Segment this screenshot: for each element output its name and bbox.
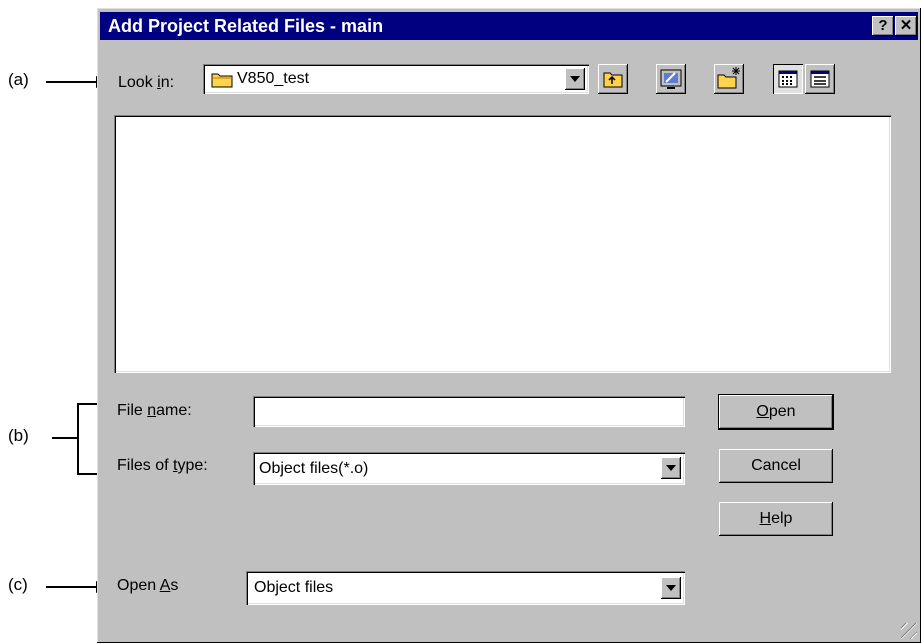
look-in-label-post: n: [160, 74, 175, 91]
desktop-icon [660, 69, 682, 89]
files-of-type-dropdown-button[interactable] [661, 457, 681, 479]
up-folder-icon [603, 72, 623, 88]
open-button[interactable]: Open [718, 394, 834, 430]
arrow-a-line [46, 81, 96, 83]
annotation-b: (b) [8, 426, 29, 445]
file-name-input[interactable] [253, 396, 685, 427]
cancel-button[interactable]: Cancel [719, 449, 833, 483]
open-as-label-mnemonic: A [159, 577, 171, 594]
files-of-type-dropdown[interactable]: Object files(*.o) [253, 452, 685, 485]
file-name-label-post: ame: [156, 402, 192, 419]
up-folder-button[interactable] [598, 64, 628, 94]
open-button-label: pen [768, 403, 796, 420]
open-as-label-pre: Open [117, 577, 160, 594]
details-view-icon [810, 70, 830, 88]
bracket-b-stem [52, 437, 78, 439]
open-as-dropdown-button[interactable] [661, 577, 681, 599]
files-of-type-label-post: ype: [177, 457, 208, 474]
files-of-type-label-pre: Files of [117, 457, 174, 474]
list-view-button[interactable] [773, 64, 803, 94]
dialog-title: Add Project Related Files - main [108, 16, 384, 36]
open-button-mnemonic: O [756, 403, 769, 420]
file-name-label-pre: File [117, 402, 148, 419]
folder-icon [211, 73, 233, 88]
desktop-button[interactable] [656, 64, 686, 94]
help-button-mnemonic: H [759, 510, 772, 527]
new-folder-button[interactable] [714, 64, 744, 94]
file-name-label-mnemonic: n [147, 402, 157, 419]
look-in-label-pre: Look [118, 74, 158, 91]
open-as-value: Object files [254, 579, 334, 596]
look-in-value: V850_test [237, 70, 310, 87]
open-as-dropdown[interactable]: Object files [246, 571, 685, 605]
open-as-label: Open As [117, 577, 178, 595]
help-titlebar-button[interactable]: ? [872, 16, 894, 36]
look-in-label: Look in: [118, 74, 174, 92]
annotation-c: (c) [8, 575, 28, 594]
resize-grip[interactable] [901, 623, 917, 639]
annotation-a: (a) [8, 70, 29, 89]
new-folder-icon [717, 67, 740, 89]
look-in-dropdown[interactable]: V850_test [203, 64, 589, 94]
list-view-icon [778, 70, 798, 88]
open-as-label-post: s [170, 577, 179, 594]
file-name-label: File name: [117, 402, 192, 420]
file-list[interactable] [114, 115, 891, 373]
cancel-button-label: Cancel [751, 457, 801, 474]
help-button[interactable]: Help [719, 502, 833, 536]
details-view-button[interactable] [805, 64, 835, 94]
arrow-c-line [46, 586, 96, 588]
title-bar: Add Project Related Files - main ? ✕ [100, 12, 918, 40]
files-of-type-label: Files of type: [117, 457, 208, 475]
help-button-label: elp [771, 510, 793, 527]
look-in-dropdown-button[interactable] [565, 68, 585, 90]
close-button[interactable]: ✕ [895, 16, 917, 36]
files-of-type-value: Object files(*.o) [259, 460, 369, 477]
